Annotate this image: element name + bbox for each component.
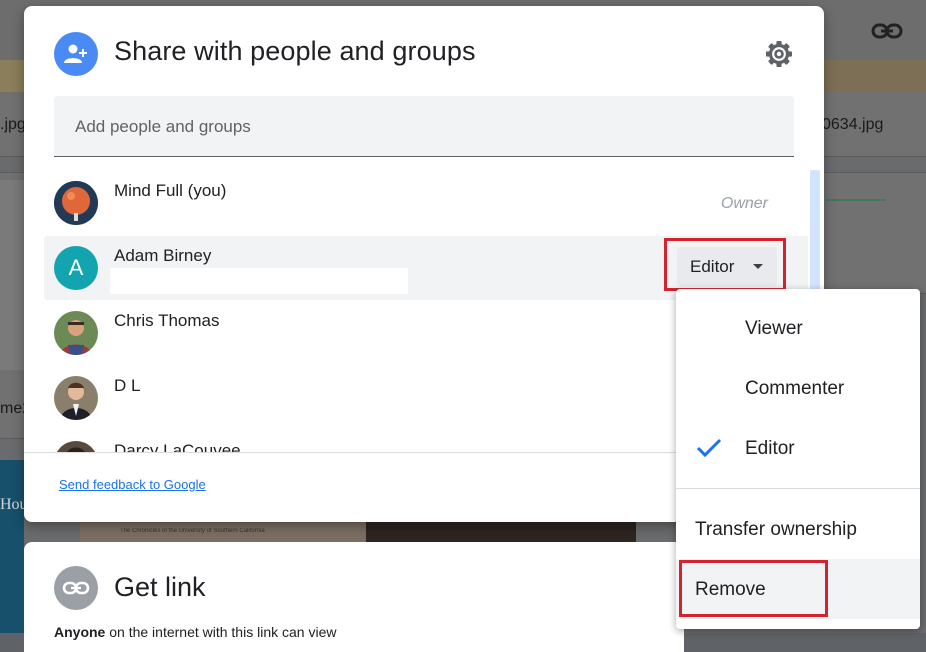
avatar (54, 311, 98, 355)
person-photo (54, 441, 98, 452)
menu-item-viewer[interactable]: Viewer (676, 298, 920, 358)
link-access-description: Anyone on the internet with this link ca… (54, 624, 336, 640)
file-name-right: 0634.jpg (822, 116, 884, 133)
menu-divider (676, 488, 920, 489)
highlight-box-editor (664, 238, 786, 291)
person-name: Chris Thomas (114, 311, 220, 330)
get-link-title: Get link (114, 572, 206, 602)
person-photo (54, 311, 98, 355)
add-people-placeholder: Add people and groups (75, 117, 251, 136)
send-feedback-link[interactable]: Send feedback to Google (59, 477, 206, 492)
person-row-mind-full[interactable]: Mind Full (you) Owner (44, 171, 814, 235)
avatar: A (54, 246, 98, 290)
highlight-box-remove (679, 560, 828, 617)
link-access-text: on the internet with this link can view (105, 624, 337, 640)
file-thumbnail (0, 60, 24, 92)
person-photo (54, 376, 98, 420)
file-thumbnail (0, 180, 24, 370)
link-icon (62, 581, 90, 595)
file-thumbnail (0, 460, 24, 633)
link-access-scope: Anyone (54, 624, 106, 640)
chart-thumbnail-line (826, 199, 886, 201)
menu-item-editor[interactable]: Editor (676, 418, 920, 478)
file-tile[interactable] (820, 172, 926, 294)
dialog-title: Share with people and groups (114, 36, 476, 66)
add-person-icon (64, 44, 87, 63)
menu-item-label: Transfer ownership (695, 519, 857, 540)
share-dialog-avatar (54, 32, 98, 76)
avatar (54, 376, 98, 420)
link-avatar (54, 566, 98, 610)
file-thumbnail-caption: The Chronicles of the University of Sout… (120, 528, 265, 534)
menu-item-commenter[interactable]: Commenter (676, 358, 920, 418)
menu-item-label: Commenter (745, 378, 845, 399)
person-name: Mind Full (you) (114, 181, 227, 200)
menu-item-label: Editor (745, 438, 795, 459)
menu-item-label: Viewer (745, 318, 803, 339)
redacted-email (110, 268, 408, 294)
person-name: Adam Birney (114, 246, 212, 265)
file-name-left: .jpg (0, 116, 26, 133)
avatar (54, 181, 98, 225)
owner-role-label: Owner (720, 195, 768, 212)
planet-avatar-image (54, 181, 98, 225)
add-people-input[interactable]: Add people and groups (54, 96, 794, 157)
get-link-dialog: Get link Anyone on the internet with thi… (24, 542, 684, 652)
gear-icon[interactable] (764, 39, 794, 69)
menu-item-transfer-ownership[interactable]: Transfer ownership (676, 499, 920, 559)
checkmark-icon (696, 438, 722, 458)
link-icon[interactable] (870, 16, 904, 46)
file-thumbnail (820, 60, 926, 92)
avatar (54, 441, 98, 452)
person-name: D L (114, 376, 141, 395)
person-name: Darcy LaCouvee (114, 441, 241, 452)
